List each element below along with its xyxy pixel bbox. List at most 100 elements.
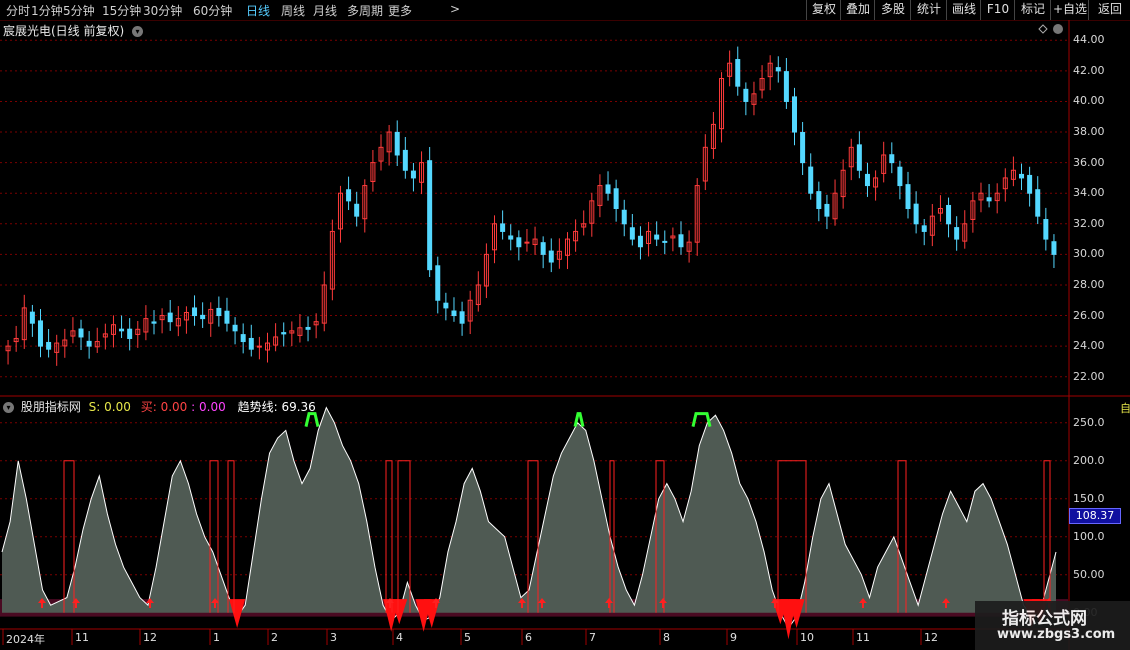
candle-body bbox=[508, 235, 514, 240]
price-tick-label: 24.00 bbox=[1073, 339, 1105, 353]
candle-body bbox=[540, 242, 546, 255]
candle-body bbox=[864, 173, 870, 187]
candle-body bbox=[816, 191, 822, 209]
candle-body bbox=[792, 96, 797, 133]
candle-body bbox=[248, 337, 254, 350]
candle-body bbox=[354, 203, 360, 217]
candle-body bbox=[783, 71, 789, 102]
candle-body bbox=[216, 307, 222, 317]
time-tick-label: 7 bbox=[589, 631, 596, 644]
price-tick-label: 40.00 bbox=[1073, 94, 1105, 108]
candle-body bbox=[459, 311, 465, 324]
time-tick-label: 12 bbox=[924, 631, 938, 644]
candle-body bbox=[224, 310, 230, 324]
candle-body bbox=[127, 328, 133, 339]
candle-body bbox=[921, 225, 927, 232]
candle-body bbox=[443, 302, 449, 309]
time-tick-label: 12 bbox=[143, 631, 157, 644]
candle-body bbox=[743, 88, 749, 102]
candle-body bbox=[86, 340, 92, 347]
candle-body bbox=[856, 144, 862, 171]
candle-body bbox=[621, 209, 627, 225]
candle-body bbox=[913, 203, 919, 225]
candle-body bbox=[824, 203, 830, 217]
candle-body bbox=[1027, 174, 1033, 194]
time-tick-label: 8 bbox=[663, 631, 670, 644]
candle-body bbox=[808, 166, 814, 194]
candle-body bbox=[151, 321, 157, 324]
price-tick-label: 26.00 bbox=[1073, 308, 1105, 322]
candle-body bbox=[167, 312, 173, 323]
candle-body bbox=[305, 326, 311, 330]
time-tick-label: 11 bbox=[75, 631, 89, 644]
candle-body bbox=[946, 204, 952, 225]
candle-body bbox=[78, 328, 84, 338]
time-tick-label: 4 bbox=[396, 631, 403, 644]
time-tick-label: 10 bbox=[800, 631, 814, 644]
candle-body bbox=[119, 328, 125, 332]
candle-body bbox=[46, 341, 52, 350]
candle-body bbox=[1051, 241, 1057, 255]
time-tick-label: 11 bbox=[856, 631, 870, 644]
price-tick-label: 42.00 bbox=[1073, 63, 1105, 77]
time-tick-label: 2 bbox=[271, 631, 278, 644]
price-tick-label: 36.00 bbox=[1073, 155, 1105, 169]
candle-body bbox=[637, 235, 643, 248]
time-tick-label: 6 bbox=[525, 631, 532, 644]
collapse-icon bbox=[1053, 24, 1063, 34]
candle-body bbox=[954, 227, 960, 240]
indicator-tick-label: 200.0 bbox=[1073, 453, 1105, 467]
candle-body bbox=[605, 184, 611, 194]
candle-body bbox=[1043, 219, 1049, 240]
candle-body bbox=[889, 154, 895, 164]
price-tick-label: 32.00 bbox=[1073, 216, 1105, 230]
candle-body bbox=[281, 332, 287, 335]
candle-body bbox=[29, 311, 35, 324]
price-tick-label: 30.00 bbox=[1073, 247, 1105, 261]
candle-body bbox=[402, 149, 408, 171]
candle-body bbox=[427, 160, 433, 271]
candle-body bbox=[735, 59, 741, 87]
indicator-tick-label: 100.0 bbox=[1073, 529, 1105, 543]
candle-body bbox=[1035, 189, 1041, 217]
candle-body bbox=[516, 237, 522, 248]
candle-body bbox=[240, 334, 246, 343]
time-tick-label: 3 bbox=[330, 631, 337, 644]
price-tick-label: 38.00 bbox=[1073, 125, 1105, 139]
price-tick-label: 28.00 bbox=[1073, 277, 1105, 291]
candle-body bbox=[524, 241, 530, 244]
indicator-tick-label: 250.0 bbox=[1073, 415, 1105, 429]
candle-body bbox=[775, 67, 781, 72]
candle-body bbox=[654, 234, 660, 240]
candle-body bbox=[662, 240, 668, 243]
candle-body bbox=[548, 250, 554, 263]
candle-body bbox=[1019, 173, 1025, 179]
candle-body bbox=[451, 310, 457, 317]
right-panel-tab[interactable]: 自 bbox=[1120, 400, 1130, 416]
candle-body bbox=[435, 265, 441, 301]
watermark: 指标公式网 www.zbgs3.com bbox=[975, 601, 1130, 650]
watermark-title: 指标公式网 bbox=[1002, 609, 1087, 629]
candle-body bbox=[394, 131, 400, 156]
price-tick-label: 34.00 bbox=[1073, 186, 1105, 200]
indicator-tick-label: 50.00 bbox=[1073, 567, 1105, 581]
candle-body bbox=[37, 320, 43, 347]
time-tick-label: 5 bbox=[464, 631, 471, 644]
candle-body bbox=[613, 188, 619, 209]
time-tick-label: 1 bbox=[213, 631, 220, 644]
candle-body bbox=[256, 345, 262, 348]
candle-body bbox=[346, 189, 352, 202]
candle-body bbox=[986, 197, 992, 202]
diamond-icon bbox=[1038, 24, 1048, 34]
candle-body bbox=[905, 184, 911, 210]
price-tick-label: 44.00 bbox=[1073, 33, 1105, 47]
candle-body bbox=[678, 234, 684, 248]
chart-canvas[interactable] bbox=[0, 0, 1130, 650]
candle-body bbox=[897, 166, 903, 187]
candle-body bbox=[629, 227, 635, 240]
candle-body bbox=[200, 314, 206, 320]
candle-body bbox=[410, 170, 416, 179]
indicator-tick-label: 150.0 bbox=[1073, 491, 1105, 505]
time-tick-label: 9 bbox=[730, 631, 737, 644]
top-signal-marker bbox=[304, 412, 320, 427]
